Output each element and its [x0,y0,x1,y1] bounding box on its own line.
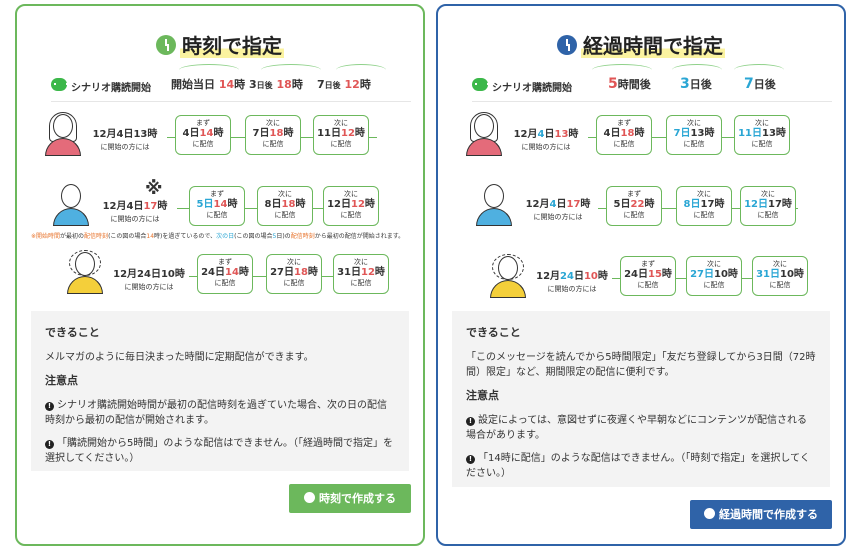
step-3-label: 7日後 12時 [317,78,371,91]
panel-elapsed-time: 経過時間で指定 シナリオ購読開始 5時間後 3日後 7日後 12月4日13時 に開… [436,4,846,546]
delivery-box: まず 4日14時 に配信 [175,115,231,155]
delivery-box: 次に 7日13時 に配信 [666,115,722,155]
caution-item: ! 「購読開始から5時間」のような配信はできません。（「経過時間で指定」を選択して… [45,438,394,464]
exclamation-icon: ! [45,440,54,449]
delivery-box: 次に 31日12時 に配信 [333,254,389,294]
stopwatch-icon [557,35,577,55]
info-box: できること 「このメッセージを読んでから5時間限定」「友だち登録してから3日間（… [452,311,830,487]
man-avatar [51,182,91,228]
arrow-arc [336,64,386,76]
arrow-arc [592,64,652,76]
man-avatar [474,182,514,228]
can-title: できること [466,326,521,339]
row-start-label: 12月4日13時 に開始の方には [92,129,158,151]
delivery-box: まず 5日14時 に配信 [189,186,245,226]
delivery-box: まず 24日14時 に配信 [197,254,253,294]
note-mark: ※ [145,178,163,199]
delivery-box: 次に 12日17時 に配信 [740,186,796,226]
delivery-box: 次に 27日10時 に配信 [686,256,742,296]
start-label: シナリオ購読開始 [492,83,572,94]
caution-item: ! 「14時に配信」のような配信はできません。（「時刻で指定」を選択してください。… [466,453,810,479]
woman-avatar [43,112,83,158]
timeline-header: シナリオ購読開始 5時間後 3日後 7日後 [472,64,832,102]
info-box: できること メルマガのように毎日決まった時間に定期配信ができます。 注意点 ! シ… [31,311,409,471]
arrow-arc [734,64,784,76]
row-start-label: 12月4日17時 に開始の方には [102,201,168,223]
can-title: できること [45,326,100,339]
create-by-time-button[interactable]: 時刻で作成する [289,484,411,513]
delivery-box: まず 24日15時 に配信 [620,256,676,296]
timeline-header: シナリオ購読開始 開始当日 14時 3日後 18時 7日後 12時 [51,64,411,102]
exclamation-icon: ! [466,455,475,464]
row-start-label: 12月24日10時 に開始の方には [536,271,608,293]
caution-item: ! 設定によっては、意図せずに夜遅くや早朝などにコンテンツが配信される場合がありま… [466,415,807,441]
delivery-box: 次に 12日12時 に配信 [323,186,379,226]
delivery-box: 次に 27日18時 に配信 [266,254,322,294]
panel-time-specified: 時刻で指定 シナリオ購読開始 開始当日 14時 3日後 18時 7日後 12時 … [15,4,425,546]
delivery-box: 次に 8日17時 に配信 [676,186,732,226]
arrow-arc [672,64,722,76]
chat-bubble-icon [51,78,68,91]
panel-title: 時刻で指定 [17,30,423,59]
can-text: 「このメッセージを読んでから5時間限定」「友だち登録してから3日間（72時間）限… [466,352,816,378]
row-start-label: 12月4日13時 に開始の方には [513,129,579,151]
clock-icon [156,35,176,55]
stopwatch-icon [704,508,715,519]
start-label: シナリオ購読開始 [71,83,151,94]
delivery-box: 次に 7日18時 に配信 [245,115,301,155]
row-start-label: 12月24日10時 に開始の方には [113,269,185,291]
woman-avatar [65,250,105,296]
delivery-box: 次に 11日12時 に配信 [313,115,369,155]
footnote: ※開始時間が最初の配信時刻(この図の場合14時)を過ぎているので、次の日(この図… [31,233,405,240]
arrow-arc [261,64,321,76]
caution-item: ! シナリオ購読開始時間が最初の配信時刻を過ぎていた場合、次の日の配信時刻から最初… [45,400,387,426]
delivery-box: 次に 11日13時 に配信 [734,115,790,155]
step-3-label: 7日後 [744,76,776,92]
chat-bubble-icon [472,78,489,91]
arrow-arc [179,64,239,76]
can-text: メルマガのように毎日決まった時間に定期配信ができます。 [45,352,314,363]
step-2-label: 3日後 18時 [249,78,303,91]
step-2-label: 3日後 [680,76,712,92]
caution-title: 注意点 [45,374,78,387]
delivery-box: まず 4日18時 に配信 [596,115,652,155]
panel-title: 経過時間で指定 [438,30,844,59]
exclamation-icon: ! [45,402,54,411]
woman-avatar [488,254,528,300]
exclamation-icon: ! [466,417,475,426]
delivery-box: 次に 31日10時 に配信 [752,256,808,296]
row-start-label: 12月4日17時 に開始の方には [525,199,591,221]
delivery-box: まず 5日22時 に配信 [606,186,662,226]
create-by-elapsed-time-button[interactable]: 経過時間で作成する [690,500,832,529]
clock-icon [304,492,315,503]
step-1-label: 開始当日 14時 [171,78,246,91]
step-1-label: 5時間後 [608,76,651,92]
woman-avatar [464,112,504,158]
delivery-box: 次に 8日18時 に配信 [257,186,313,226]
caution-title: 注意点 [466,389,499,402]
